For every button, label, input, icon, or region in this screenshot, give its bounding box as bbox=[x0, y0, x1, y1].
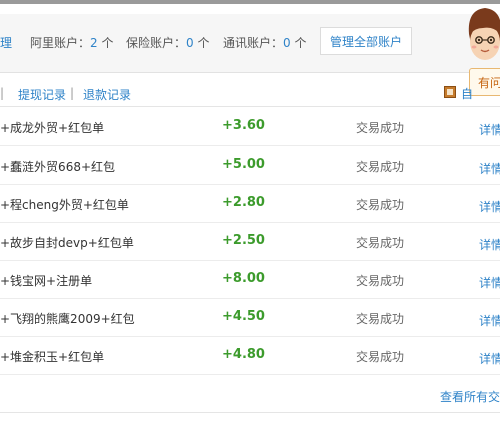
transaction-amount: +5.00 bbox=[222, 157, 265, 172]
transaction-detail-link[interactable]: 详情 bbox=[479, 121, 500, 138]
transaction-status: 交易成功 bbox=[356, 312, 405, 326]
insurance-account-count[interactable]: 0 bbox=[186, 36, 194, 50]
transaction-amount: +2.80 bbox=[222, 195, 265, 210]
tab-withdraw-records[interactable]: 提现记录 bbox=[18, 86, 66, 103]
alipay-account-label: 阿里账户： bbox=[30, 36, 91, 50]
export-link[interactable]: 自 bbox=[461, 85, 473, 102]
transaction-name: +程cheng外贸+红包单 bbox=[0, 198, 129, 212]
tab-refund-records[interactable]: 退款记录 bbox=[83, 86, 131, 103]
record-tabs: | 提现记录 | 退款记录 bbox=[0, 80, 500, 107]
transaction-status: 交易成功 bbox=[356, 160, 405, 174]
transaction-name: +蠢涟外贸668+红包 bbox=[0, 160, 116, 174]
telecom-account-label: 通讯账户： bbox=[223, 36, 284, 50]
transaction-detail-link[interactable]: 详情 bbox=[479, 160, 500, 177]
export-icon[interactable] bbox=[444, 86, 456, 98]
table-row: +程cheng外贸+红包单 +2.80 交易成功 详情 bbox=[0, 184, 500, 223]
table-row: +堆金积玉+红包单 +4.80 交易成功 详情 bbox=[0, 336, 500, 375]
transaction-detail-link[interactable]: 详情 bbox=[479, 274, 500, 291]
table-row: +故步自封devp+红包单 +2.50 交易成功 详情 bbox=[0, 222, 500, 261]
transaction-status: 交易成功 bbox=[356, 274, 405, 288]
assistant-avatar-icon[interactable] bbox=[463, 4, 500, 68]
transaction-name: +堆金积玉+红包单 bbox=[0, 350, 105, 364]
transaction-status: 交易成功 bbox=[356, 236, 405, 250]
tab-separator: | bbox=[70, 86, 75, 100]
accounts-bar: 理 阿里账户：2 个 保险账户：0 个 通讯账户：0 个 管理全部账户 bbox=[0, 14, 500, 73]
tab-separator: | bbox=[0, 86, 5, 100]
transaction-status: 交易成功 bbox=[356, 350, 405, 364]
transaction-detail-link[interactable]: 详情 bbox=[479, 198, 500, 215]
transaction-status: 交易成功 bbox=[356, 198, 405, 212]
insurance-account-label: 保险账户： bbox=[126, 36, 187, 50]
transaction-amount: +3.60 bbox=[222, 118, 265, 133]
insurance-account-unit: 个 bbox=[197, 36, 210, 50]
view-all-transactions-link[interactable]: 查看所有交易 bbox=[440, 388, 500, 405]
table-row: +飞翔的熊鹰2009+红包 +4.50 交易成功 详情 bbox=[0, 298, 500, 337]
telecom-account-count[interactable]: 0 bbox=[283, 36, 291, 50]
table-row: +蠢涟外贸668+红包 +5.00 交易成功 详情 bbox=[0, 146, 500, 185]
transaction-status: 交易成功 bbox=[356, 121, 405, 135]
transaction-name: +飞翔的熊鹰2009+红包 bbox=[0, 312, 135, 326]
transaction-detail-link[interactable]: 详情 bbox=[479, 236, 500, 253]
telecom-account[interactable]: 通讯账户：0 个 bbox=[223, 34, 307, 51]
alipay-account-count[interactable]: 2 bbox=[90, 36, 98, 50]
top-border bbox=[0, 0, 500, 4]
bottom-divider bbox=[0, 412, 500, 413]
transaction-name: +成龙外贸+红包单 bbox=[0, 121, 105, 135]
transaction-amount: +8.00 bbox=[222, 271, 265, 286]
insurance-account[interactable]: 保险账户：0 个 bbox=[126, 34, 210, 51]
transaction-name: +故步自封devp+红包单 bbox=[0, 236, 134, 250]
table-row: +成龙外贸+红包单 +3.60 交易成功 详情 bbox=[0, 107, 500, 146]
transaction-amount: +2.50 bbox=[222, 233, 265, 248]
manage-all-accounts-button[interactable]: 管理全部账户 bbox=[320, 27, 412, 55]
table-row: +钱宝网+注册单 +8.00 交易成功 详情 bbox=[0, 260, 500, 299]
transaction-amount: +4.80 bbox=[222, 347, 265, 362]
transaction-detail-link[interactable]: 详情 bbox=[479, 312, 500, 329]
accounts-manage-link[interactable]: 理 bbox=[0, 34, 12, 51]
transaction-amount: +4.50 bbox=[222, 309, 265, 324]
alipay-account[interactable]: 阿里账户：2 个 bbox=[30, 34, 114, 51]
alipay-account-unit: 个 bbox=[101, 36, 114, 50]
telecom-account-unit: 个 bbox=[294, 36, 307, 50]
transaction-name: +钱宝网+注册单 bbox=[0, 274, 93, 288]
transaction-detail-link[interactable]: 详情 bbox=[479, 350, 500, 367]
